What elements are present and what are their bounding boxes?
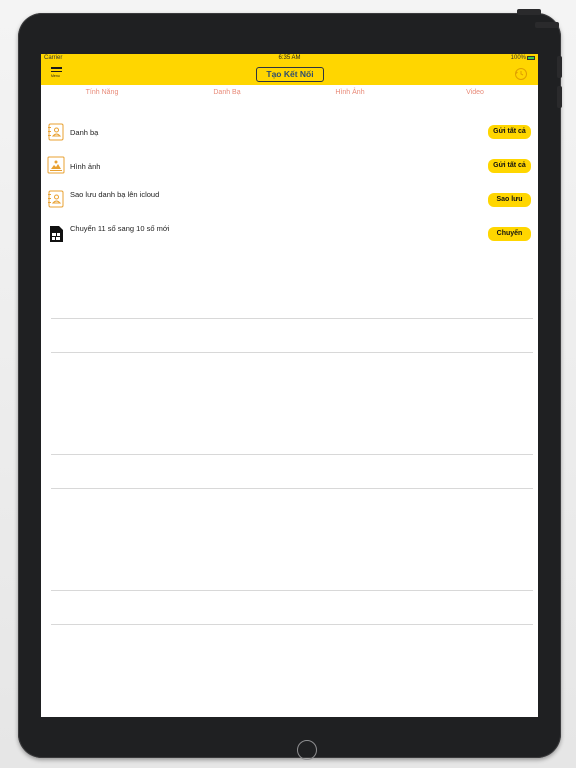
feature-row-photos: Hình ảnh Gửi tất cả	[41, 156, 538, 178]
send-all-photos-button[interactable]: Gửi tất cả	[488, 159, 531, 173]
side-button-lower	[557, 86, 562, 108]
hamburger-icon-bar	[51, 70, 62, 72]
battery-percent: 100%	[510, 55, 526, 61]
send-all-contacts-button[interactable]: Gửi tất cả	[488, 125, 531, 139]
divider	[51, 318, 533, 319]
feature-label: Chuyển 11 số sang 10 số mới	[70, 224, 170, 233]
feature-row-convert: Chuyển 11 số sang 10 số mới Chuyển	[41, 224, 538, 246]
tab-video[interactable]: Video	[435, 89, 515, 96]
divider	[51, 624, 533, 625]
battery-icon	[527, 56, 535, 60]
convert-numbers-button[interactable]: Chuyển	[488, 227, 531, 241]
menu-label: Menu	[51, 74, 60, 78]
divider	[51, 352, 533, 353]
feature-row-contacts: Danh bạ Gửi tất cả	[41, 122, 538, 144]
contact-backup-icon	[47, 190, 65, 208]
side-button-upper	[557, 56, 562, 78]
divider	[51, 454, 533, 455]
feature-row-backup: Sao lưu danh bạ lên icloud Sao lưu	[41, 190, 538, 212]
status-time: 6:35 AM	[278, 55, 301, 61]
feature-label: Danh bạ	[70, 128, 99, 137]
app-screen: Carrier 6:35 AM 100% Menu Tạo Kết Nối Tí…	[41, 54, 538, 717]
sim-card-icon	[47, 225, 65, 243]
top-nav-bar: Carrier 6:35 AM 100% Menu Tạo Kết Nối	[41, 54, 538, 85]
menu-button[interactable]: Menu	[51, 67, 65, 81]
backup-button[interactable]: Sao lưu	[488, 193, 531, 207]
divider	[51, 488, 533, 489]
divider	[51, 590, 533, 591]
tab-contacts[interactable]: Danh Bạ	[187, 89, 267, 96]
tab-bar: Tính Năng Danh Bạ Hình Ảnh Video	[41, 89, 538, 101]
history-icon[interactable]	[514, 67, 528, 81]
top-button	[517, 9, 541, 15]
power-button	[535, 22, 559, 28]
home-button[interactable]	[297, 740, 317, 760]
tab-features[interactable]: Tính Năng	[62, 89, 142, 96]
tab-photos[interactable]: Hình Ảnh	[310, 89, 390, 96]
hamburger-icon-bar	[51, 67, 62, 69]
photo-icon	[47, 156, 65, 174]
contact-book-icon	[47, 123, 65, 141]
create-connection-button[interactable]: Tạo Kết Nối	[256, 67, 324, 82]
feature-label: Hình ảnh	[70, 162, 101, 171]
feature-label: Sao lưu danh bạ lên icloud	[70, 190, 160, 199]
